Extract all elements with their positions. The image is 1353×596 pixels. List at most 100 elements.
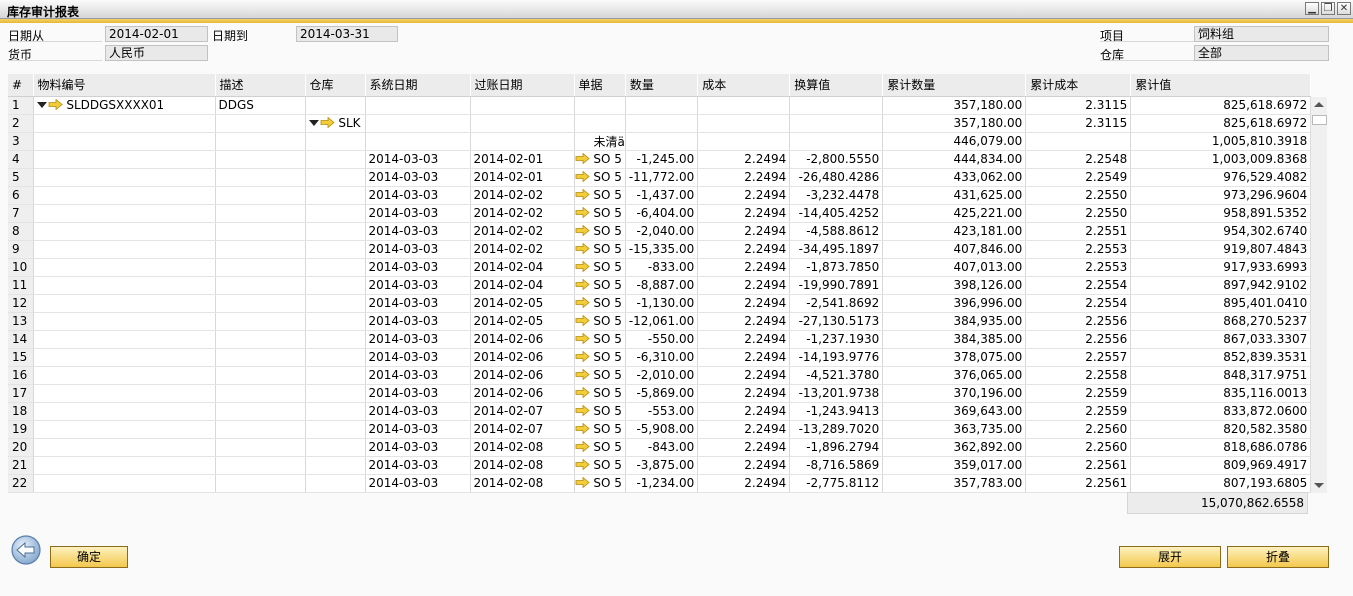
cell-conv (789, 114, 884, 133)
cell-cost: 2.2494 (697, 438, 791, 457)
column-header[interactable]: 单据 (574, 74, 626, 97)
column-header[interactable]: 累计值 (1130, 74, 1312, 97)
link-arrow-icon[interactable] (575, 422, 590, 436)
table-row[interactable]: 18 2014-03-03 2014-02-07 SO 5 -553.00 2.2494… (8, 402, 1312, 421)
row-number: 22 (8, 474, 34, 493)
table-row[interactable]: 16 2014-03-03 2014-02-06 SO 5 -2,010.00 2.24… (8, 366, 1312, 385)
link-arrow-icon[interactable] (575, 188, 590, 202)
table-row[interactable]: 22 2014-03-03 2014-02-08 SO 5 -1,234.00 2.24… (8, 474, 1312, 493)
minimize-icon[interactable]: ▁ (1305, 2, 1319, 15)
grid-vertical-scrollbar[interactable] (1310, 97, 1327, 493)
link-arrow-icon[interactable] (575, 368, 590, 382)
back-arrow-icon[interactable] (10, 534, 42, 566)
link-arrow-icon[interactable] (575, 224, 590, 238)
table-row[interactable]: 13 2014-03-03 2014-02-05 SO 5 -12,061.00 2.2… (8, 312, 1312, 331)
table-row[interactable]: 20 2014-03-03 2014-02-08 SO 5 -843.00 2.2494… (8, 438, 1312, 457)
document-cell: SO 5 (574, 168, 626, 187)
cell-cost: 2.2494 (697, 456, 791, 475)
cell-post: 2014-02-04 (470, 258, 575, 277)
cell-cqty: 384,385.00 (882, 330, 1027, 349)
column-header[interactable]: 累计数量 (882, 74, 1027, 97)
column-header[interactable]: 物料编号 (33, 74, 216, 97)
link-arrow-icon[interactable] (575, 458, 590, 472)
cell-qty: -8,887.00 (625, 276, 699, 295)
table-row[interactable]: 21 2014-03-03 2014-02-08 SO 5 -3,875.00 2.24… (8, 456, 1312, 475)
scroll-thumb[interactable] (1312, 115, 1327, 125)
cell-item (33, 276, 216, 295)
close-icon[interactable]: ✕ (1337, 2, 1351, 15)
cell-item (33, 366, 216, 385)
expand-triangle-icon[interactable] (308, 120, 319, 126)
link-arrow-icon[interactable] (575, 152, 590, 166)
table-row[interactable]: 17 2014-03-03 2014-02-06 SO 5 -5,869.00 2.24… (8, 384, 1312, 403)
column-header[interactable]: 过账日期 (470, 74, 575, 97)
warehouse-field: 全部 (1194, 45, 1329, 61)
cell-desc (215, 384, 306, 403)
column-header[interactable]: 仓库 (305, 74, 366, 97)
link-arrow-icon[interactable] (575, 350, 590, 364)
link-arrow-icon[interactable] (575, 170, 590, 184)
link-arrow-icon[interactable] (575, 386, 590, 400)
link-arrow-icon[interactable] (575, 278, 590, 292)
cell-qty: -5,908.00 (625, 420, 699, 439)
link-arrow-icon[interactable] (575, 404, 590, 418)
table-row[interactable]: 15 2014-03-03 2014-02-06 SO 5 -6,310.00 2.24… (8, 348, 1312, 367)
table-row[interactable]: 12 2014-03-03 2014-02-05 SO 5 -1,130.00 2.24… (8, 294, 1312, 313)
table-row[interactable]: 9 2014-03-03 2014-02-02 SO 5 -15,335.00 2.24… (8, 240, 1312, 259)
ok-button[interactable]: 确定 (50, 546, 128, 568)
cell-item (33, 114, 216, 133)
cell-conv: -19,990.7891 (789, 276, 884, 295)
cell-post: 2014-02-02 (470, 240, 575, 259)
cell-conv (789, 132, 884, 151)
cell-cqty: 376,065.00 (882, 366, 1027, 385)
table-row[interactable]: 7 2014-03-03 2014-02-02 SO 5 -6,404.00 2.249… (8, 204, 1312, 223)
table-row[interactable]: 3 未清ä 446,079.00 1,005,810.3918 (8, 132, 1312, 151)
table-row[interactable]: 5 2014-03-03 2014-02-01 SO 5 -11,772.00 2.24… (8, 168, 1312, 187)
table-row[interactable]: 6 2014-03-03 2014-02-02 SO 5 -1,437.00 2.249… (8, 186, 1312, 205)
column-header[interactable]: 成本 (697, 74, 791, 97)
table-row[interactable]: 11 2014-03-03 2014-02-04 SO 5 -8,887.00 2.24… (8, 276, 1312, 295)
cell-item (33, 222, 216, 241)
table-row[interactable]: 1 SLDDGSXXXX01 DDGS 357,180.00 2.3115 825,61… (8, 96, 1312, 115)
expand-button[interactable]: 展开 (1119, 546, 1221, 568)
link-arrow-icon[interactable] (575, 206, 590, 220)
maximize-icon[interactable]: ❐ (1321, 2, 1335, 15)
link-arrow-icon[interactable] (575, 440, 590, 454)
row-number: 19 (8, 420, 34, 439)
column-header[interactable]: 数量 (625, 74, 699, 97)
cell-cval: 895,401.0410 (1130, 294, 1312, 313)
cell-conv: -2,800.5550 (789, 150, 884, 169)
link-arrow-icon[interactable] (320, 116, 335, 130)
document-cell: SO 5 (574, 276, 626, 295)
table-row[interactable]: 14 2014-03-03 2014-02-06 SO 5 -550.00 2.2494… (8, 330, 1312, 349)
cell-sys (365, 96, 471, 115)
link-arrow-icon[interactable] (575, 296, 590, 310)
table-row[interactable]: 2 SLK 357,180.00 2.3115 825,618.6972 (8, 114, 1312, 133)
link-arrow-icon[interactable] (48, 98, 63, 112)
link-arrow-icon[interactable] (575, 476, 590, 490)
column-header[interactable]: 系统日期 (365, 74, 471, 97)
column-header[interactable]: 累计成本 (1025, 74, 1132, 97)
scroll-up-icon[interactable] (1314, 102, 1324, 107)
link-arrow-icon[interactable] (575, 260, 590, 274)
expand-triangle-icon[interactable] (36, 102, 47, 108)
cell-qty: -11,772.00 (625, 168, 699, 187)
link-arrow-icon[interactable] (575, 242, 590, 256)
cell-cost: 2.2494 (697, 330, 791, 349)
cell-sys: 2014-03-03 (365, 258, 471, 277)
scroll-down-icon[interactable] (1314, 483, 1324, 488)
collapse-button[interactable]: 折叠 (1227, 546, 1329, 568)
column-header[interactable]: 换算值 (789, 74, 884, 97)
column-header[interactable]: 描述 (215, 74, 306, 97)
cell-cqty: 425,221.00 (882, 204, 1027, 223)
table-row[interactable]: 19 2014-03-03 2014-02-07 SO 5 -5,908.00 2.24… (8, 420, 1312, 439)
table-row[interactable]: 8 2014-03-03 2014-02-02 SO 5 -2,040.00 2.249… (8, 222, 1312, 241)
cell-ccost: 2.2553 (1025, 258, 1132, 277)
document-cell: SO 5 (574, 222, 626, 241)
table-row[interactable]: 10 2014-03-03 2014-02-04 SO 5 -833.00 2.2494… (8, 258, 1312, 277)
link-arrow-icon[interactable] (575, 314, 590, 328)
link-arrow-icon[interactable] (575, 332, 590, 346)
cell-qty: -12,061.00 (625, 312, 699, 331)
table-row[interactable]: 4 2014-03-03 2014-02-01 SO 5 -1,245.00 2.249… (8, 150, 1312, 169)
column-header[interactable]: # (8, 74, 34, 97)
